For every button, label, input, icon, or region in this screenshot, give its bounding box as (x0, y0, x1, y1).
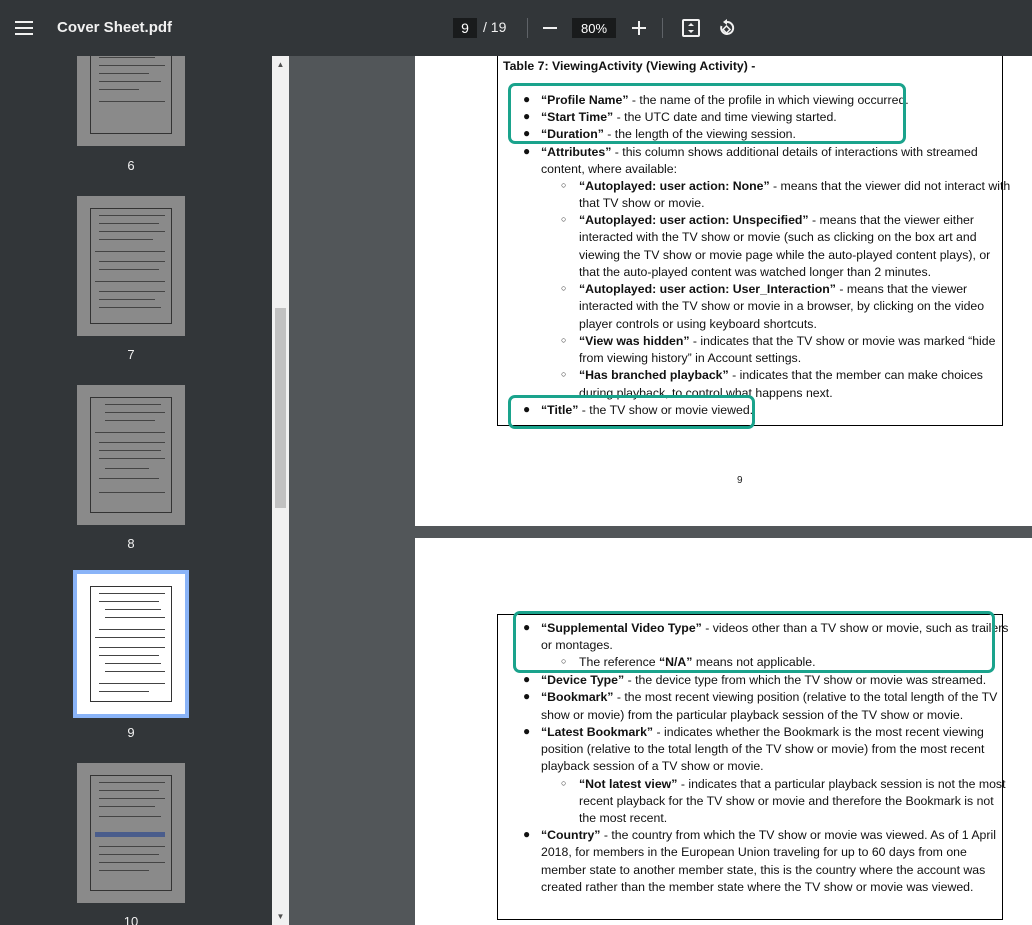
sub-list-item-continued: player controls or using keyboard shortc… (579, 317, 817, 331)
thumbnail-preview (90, 208, 172, 324)
list-item: “Country” - the country from which the T… (541, 828, 996, 842)
thumbnail-sidebar: 6 7 8 9 10 (0, 56, 272, 925)
sub-bullet: ○ (561, 335, 567, 345)
sub-list-item-continued: interacted with the TV show or movie in … (579, 299, 985, 313)
sub-list-item-continued: interacted with the TV show or movie (su… (579, 230, 977, 244)
bullet: ● (523, 689, 531, 703)
minus-icon (543, 27, 557, 29)
pdf-page-10: ● “Supplemental Video Type” - videos oth… (415, 538, 1032, 925)
zoom-out-button[interactable] (540, 17, 560, 39)
toolbar: Cover Sheet.pdf 9 / 19 80% (0, 0, 1032, 56)
bullet: ● (523, 724, 531, 738)
sub-bullet: ○ (561, 369, 567, 379)
list-item: “Attributes” - this column shows additio… (541, 145, 978, 159)
toolbar-divider (527, 18, 528, 38)
thumbnail-label: 9 (127, 725, 135, 740)
list-item: “Latest Bookmark” - indicates whether th… (541, 725, 984, 739)
rotate-button[interactable] (716, 17, 738, 39)
zoom-input[interactable]: 80% (572, 18, 616, 38)
sub-list-item-continued: that TV show or movie. (579, 196, 705, 210)
fit-page-icon (682, 19, 700, 37)
table-heading: Table 7: ViewingActivity (Viewing Activi… (503, 59, 756, 73)
fit-page-button[interactable] (680, 17, 702, 39)
thumbnail-page-8[interactable] (77, 385, 185, 525)
rotate-icon (720, 19, 735, 35)
thumbnail-label: 10 (123, 914, 139, 925)
document-title: Cover Sheet.pdf (57, 19, 173, 36)
bullet: ● (523, 827, 531, 841)
sub-list-item-continued: that the auto-played content was watched… (579, 265, 932, 279)
sub-bullet: ○ (561, 180, 567, 190)
sub-list-item: “Has branched playback” - indicates that… (579, 368, 983, 382)
scroll-up-arrow[interactable]: ▲ (272, 56, 289, 73)
pdf-page-9: Table 7: ViewingActivity (Viewing Activi… (415, 56, 1032, 526)
bullet: ● (523, 672, 531, 686)
menu-button[interactable] (12, 16, 36, 40)
thumbnail-preview (90, 586, 172, 702)
page-total: / 19 (483, 19, 507, 35)
sub-list-item-continued: from viewing history” in Account setting… (579, 351, 802, 365)
sub-list-item: “Not latest view” - indicates that a par… (579, 777, 1006, 791)
thumbnail-page-6[interactable] (77, 56, 185, 146)
sub-list-item-continued: recent playback for the TV show or movie… (579, 794, 994, 808)
list-item-continued: show or movie) from the particular playb… (541, 708, 964, 722)
highlight-box (513, 611, 995, 673)
scrollbar-thumb[interactable] (275, 308, 286, 508)
thumbnail-page-7[interactable] (77, 196, 185, 336)
thumbnail-preview (90, 397, 172, 513)
thumbnail-label: 7 (127, 347, 135, 362)
sub-list-item: “Autoplayed: user action: Unspecified” -… (579, 213, 974, 227)
list-item-continued: playback session of a TV show or movie. (541, 759, 764, 773)
thumbnail-page-10[interactable] (77, 763, 185, 903)
sidebar-scrollbar[interactable]: ▲ ▼ (272, 56, 289, 925)
list-item-continued: 2018, for members in the European Union … (541, 845, 967, 859)
list-item-continued: created rather than the member state whe… (541, 880, 974, 894)
sub-list-item: “Autoplayed: user action: User_Interacti… (579, 282, 968, 296)
scroll-down-arrow[interactable]: ▼ (272, 908, 289, 925)
list-item: “Device Type” - the device type from whi… (541, 673, 987, 687)
sub-list-item: “View was hidden” - indicates that the T… (579, 334, 996, 348)
list-item-continued: member state to another member state, th… (541, 863, 986, 877)
sub-bullet: ○ (561, 778, 567, 788)
highlight-box (508, 83, 906, 144)
sub-bullet: ○ (561, 214, 567, 224)
plus-icon (632, 21, 646, 35)
thumbnail-page-9[interactable] (73, 570, 189, 718)
list-item-continued: content, where available: (541, 162, 678, 176)
sub-list-item-continued: the most recent. (579, 811, 668, 825)
thumbnail-label: 6 (127, 158, 135, 173)
bullet: ● (523, 144, 531, 158)
list-item-continued: position (relative to the total length o… (541, 742, 985, 756)
thumbnail-preview (90, 56, 172, 134)
page-number: 9 (737, 475, 743, 486)
thumbnail-preview (90, 775, 172, 891)
sub-bullet: ○ (561, 283, 567, 293)
menu-icon (15, 21, 33, 35)
sub-list-item: “Autoplayed: user action: None” - means … (579, 179, 1011, 193)
sub-list-item-continued: viewing the TV show or movie page while … (579, 248, 991, 262)
list-item: “Bookmark” - the most recent viewing pos… (541, 690, 998, 704)
page-number-input[interactable]: 9 (453, 18, 477, 38)
toolbar-divider (662, 18, 663, 38)
thumbnail-label: 8 (127, 536, 135, 551)
highlight-box (508, 395, 755, 429)
zoom-in-button[interactable] (629, 17, 649, 39)
